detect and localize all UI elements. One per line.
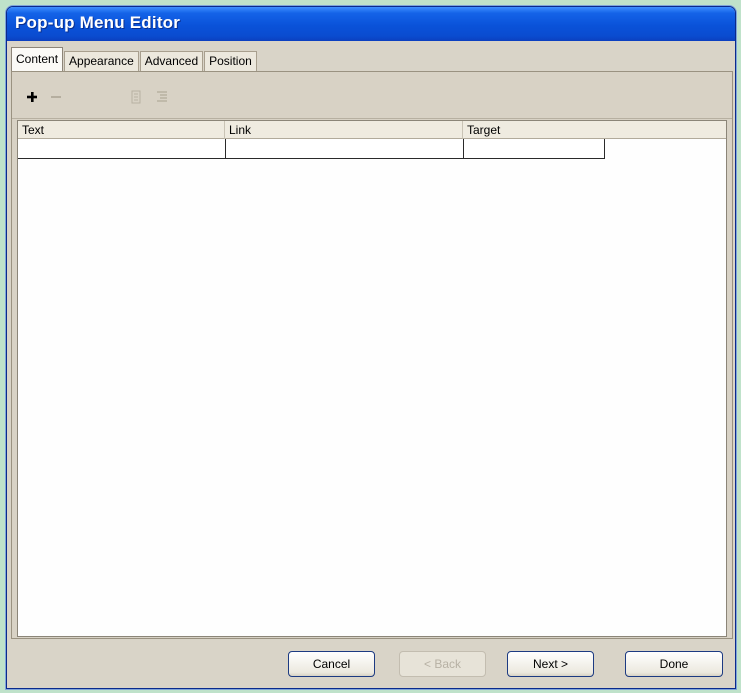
plus-icon [27,92,37,102]
remove-item-button[interactable] [46,88,66,106]
popup-menu-editor-dialog: Pop-up Menu Editor Content Appearance Ad… [6,6,736,689]
outdent-icon [157,91,167,102]
column-header-text[interactable]: Text [18,121,225,139]
column-header-link[interactable]: Link [225,121,463,139]
indent-icon [131,90,141,104]
tab-advanced[interactable]: Advanced [139,51,204,72]
add-item-button[interactable] [22,88,42,106]
target-cell-input[interactable] [463,139,605,159]
tab-label: Advanced [144,54,199,68]
outdent-item-button[interactable] [152,88,172,106]
tab-label: Content [16,52,59,66]
menu-items-grid[interactable]: Text Link Target [17,120,727,637]
toolbar [12,72,732,119]
indent-item-button[interactable] [126,88,146,106]
column-header-label: Link [229,123,252,137]
link-cell-input[interactable] [225,139,464,159]
tab-label: Position [209,54,252,68]
column-header-label: Text [22,123,45,137]
tab-appearance[interactable]: Appearance [64,51,139,72]
tab-position[interactable]: Position [204,51,257,72]
tab-content[interactable]: Content [11,47,64,72]
text-cell-input[interactable] [18,139,225,159]
window-title: Pop-up Menu Editor [15,13,181,32]
done-button[interactable]: Done [625,651,723,677]
cancel-button[interactable]: Cancel [288,651,375,677]
column-header-target[interactable]: Target [463,121,726,139]
content-panel: Text Link Target [11,71,733,639]
tab-label: Appearance [69,54,134,68]
next-button[interactable]: Next > [507,651,594,677]
back-button[interactable]: < Back [399,651,486,677]
minus-icon [51,96,61,98]
title-bar[interactable]: Pop-up Menu Editor [7,7,735,41]
tab-strip: Content Appearance Advanced Position [11,46,731,72]
column-header-label: Target [467,123,501,137]
